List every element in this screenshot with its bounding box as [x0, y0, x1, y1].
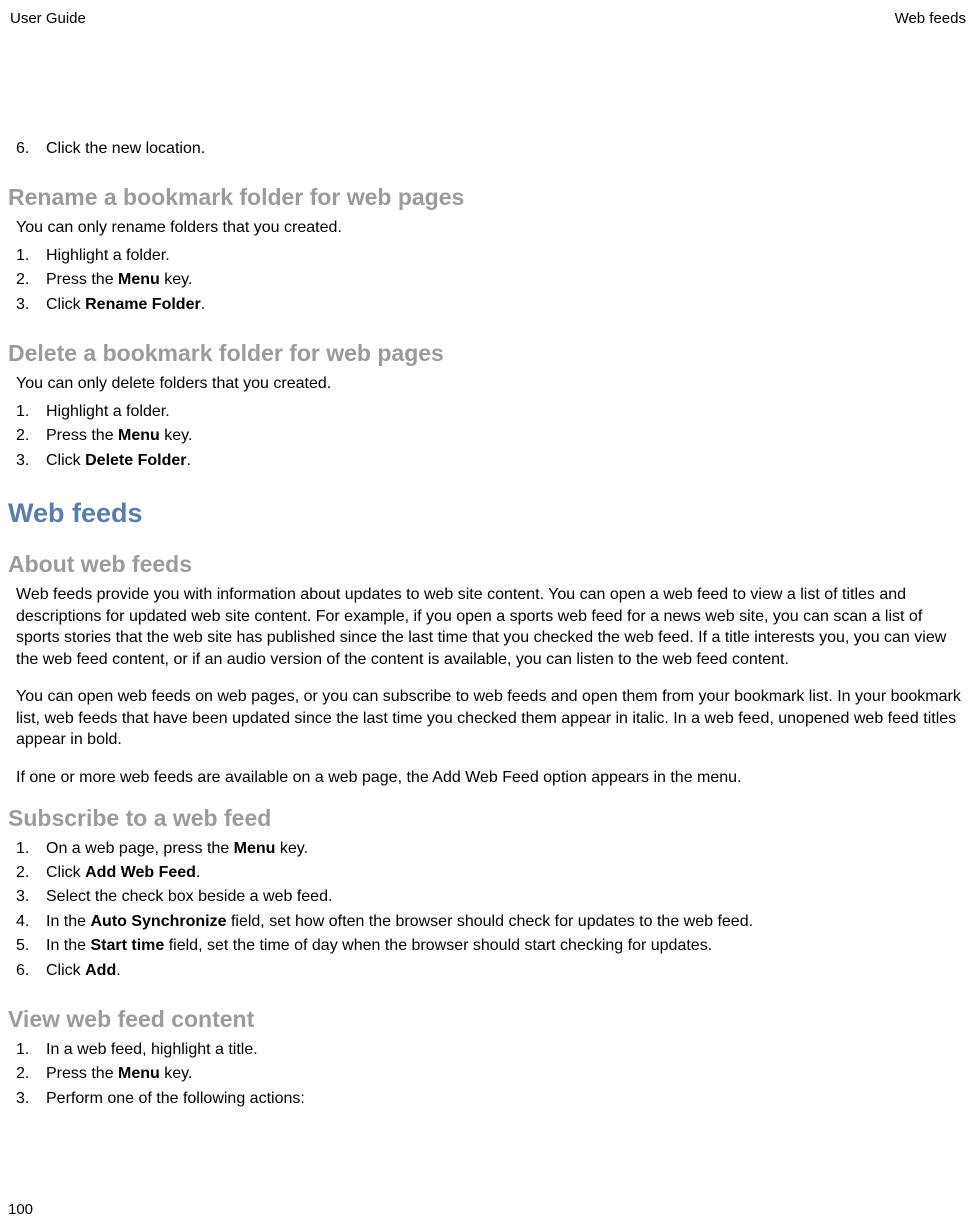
about-p3: If one or more web feeds are available o… — [16, 767, 964, 789]
step-number: 1. — [16, 838, 46, 860]
step-number: 1. — [16, 1039, 46, 1061]
step-number: 2. — [16, 1063, 46, 1085]
step-number: 6. — [16, 138, 46, 160]
list-item: 2.Click Add Web Feed. — [16, 862, 968, 884]
step-number: 1. — [16, 245, 46, 267]
step-text: Press the Menu key. — [46, 269, 968, 291]
step-text: Click the new location. — [46, 138, 968, 160]
step-text: Select the check box beside a web feed. — [46, 886, 968, 908]
page-content: 6. Click the new location. Rename a book… — [8, 28, 968, 1110]
heading-subscribe: Subscribe to a web feed — [8, 805, 968, 832]
heading-rename: Rename a bookmark folder for web pages — [8, 184, 968, 211]
about-p1: Web feeds provide you with information a… — [16, 584, 964, 670]
step-text: Highlight a folder. — [46, 245, 968, 267]
step-text: In a web feed, highlight a title. — [46, 1039, 968, 1061]
step-text: In the Auto Synchronize field, set how o… — [46, 911, 968, 933]
step-text: Press the Menu key. — [46, 1063, 968, 1085]
heading-delete: Delete a bookmark folder for web pages — [8, 340, 968, 367]
list-item: 5.In the Start time field, set the time … — [16, 935, 968, 957]
step-text: Click Delete Folder. — [46, 450, 968, 472]
rename-steps: 1.Highlight a folder.2.Press the Menu ke… — [8, 245, 968, 316]
step-number: 6. — [16, 960, 46, 982]
step-text: On a web page, press the Menu key. — [46, 838, 968, 860]
viewfeed-steps: 1.In a web feed, highlight a title.2.Pre… — [8, 1039, 968, 1110]
list-item: 6.Click Add. — [16, 960, 968, 982]
list-item: 3.Click Delete Folder. — [16, 450, 968, 472]
list-item: 2.Press the Menu key. — [16, 1063, 968, 1085]
list-item: 2.Press the Menu key. — [16, 425, 968, 447]
list-item: 1.Highlight a folder. — [16, 401, 968, 423]
subscribe-steps: 1.On a web page, press the Menu key.2.Cl… — [8, 838, 968, 982]
heading-viewfeed: View web feed content — [8, 1006, 968, 1033]
step-number: 2. — [16, 425, 46, 447]
step-number: 2. — [16, 862, 46, 884]
step-number: 2. — [16, 269, 46, 291]
list-item: 2.Press the Menu key. — [16, 269, 968, 291]
header-right: Web feeds — [895, 10, 966, 28]
list-item: 1.On a web page, press the Menu key. — [16, 838, 968, 860]
step-text: Highlight a folder. — [46, 401, 968, 423]
heading-webfeeds: Web feeds — [8, 498, 968, 529]
step-number: 3. — [16, 1088, 46, 1110]
list-item: 3.Select the check box beside a web feed… — [16, 886, 968, 908]
step-number: 5. — [16, 935, 46, 957]
list-item: 1.In a web feed, highlight a title. — [16, 1039, 968, 1061]
step-text: Click Add Web Feed. — [46, 862, 968, 884]
list-item: 4.In the Auto Synchronize field, set how… — [16, 911, 968, 933]
list-item: 1.Highlight a folder. — [16, 245, 968, 267]
step-number: 3. — [16, 294, 46, 316]
list-item: 3.Click Rename Folder. — [16, 294, 968, 316]
delete-steps: 1.Highlight a folder.2.Press the Menu ke… — [8, 401, 968, 472]
delete-note: You can only delete folders that you cre… — [16, 373, 968, 395]
list-item: 6. Click the new location. — [16, 138, 968, 160]
step-number: 3. — [16, 450, 46, 472]
rename-note: You can only rename folders that you cre… — [16, 217, 968, 239]
running-header: User Guide Web feeds — [8, 10, 968, 28]
trailing-step-list: 6. Click the new location. — [8, 138, 968, 160]
list-item: 3.Perform one of the following actions: — [16, 1088, 968, 1110]
step-text: Press the Menu key. — [46, 425, 968, 447]
step-number: 4. — [16, 911, 46, 933]
step-number: 3. — [16, 886, 46, 908]
step-text: Click Rename Folder. — [46, 294, 968, 316]
step-text: Click Add. — [46, 960, 968, 982]
step-text: Perform one of the following actions: — [46, 1088, 968, 1110]
heading-about: About web feeds — [8, 551, 968, 578]
page-number: 100 — [8, 1201, 33, 1218]
step-number: 1. — [16, 401, 46, 423]
about-p2: You can open web feeds on web pages, or … — [16, 686, 964, 751]
step-text: In the Start time field, set the time of… — [46, 935, 968, 957]
header-left: User Guide — [10, 10, 86, 28]
